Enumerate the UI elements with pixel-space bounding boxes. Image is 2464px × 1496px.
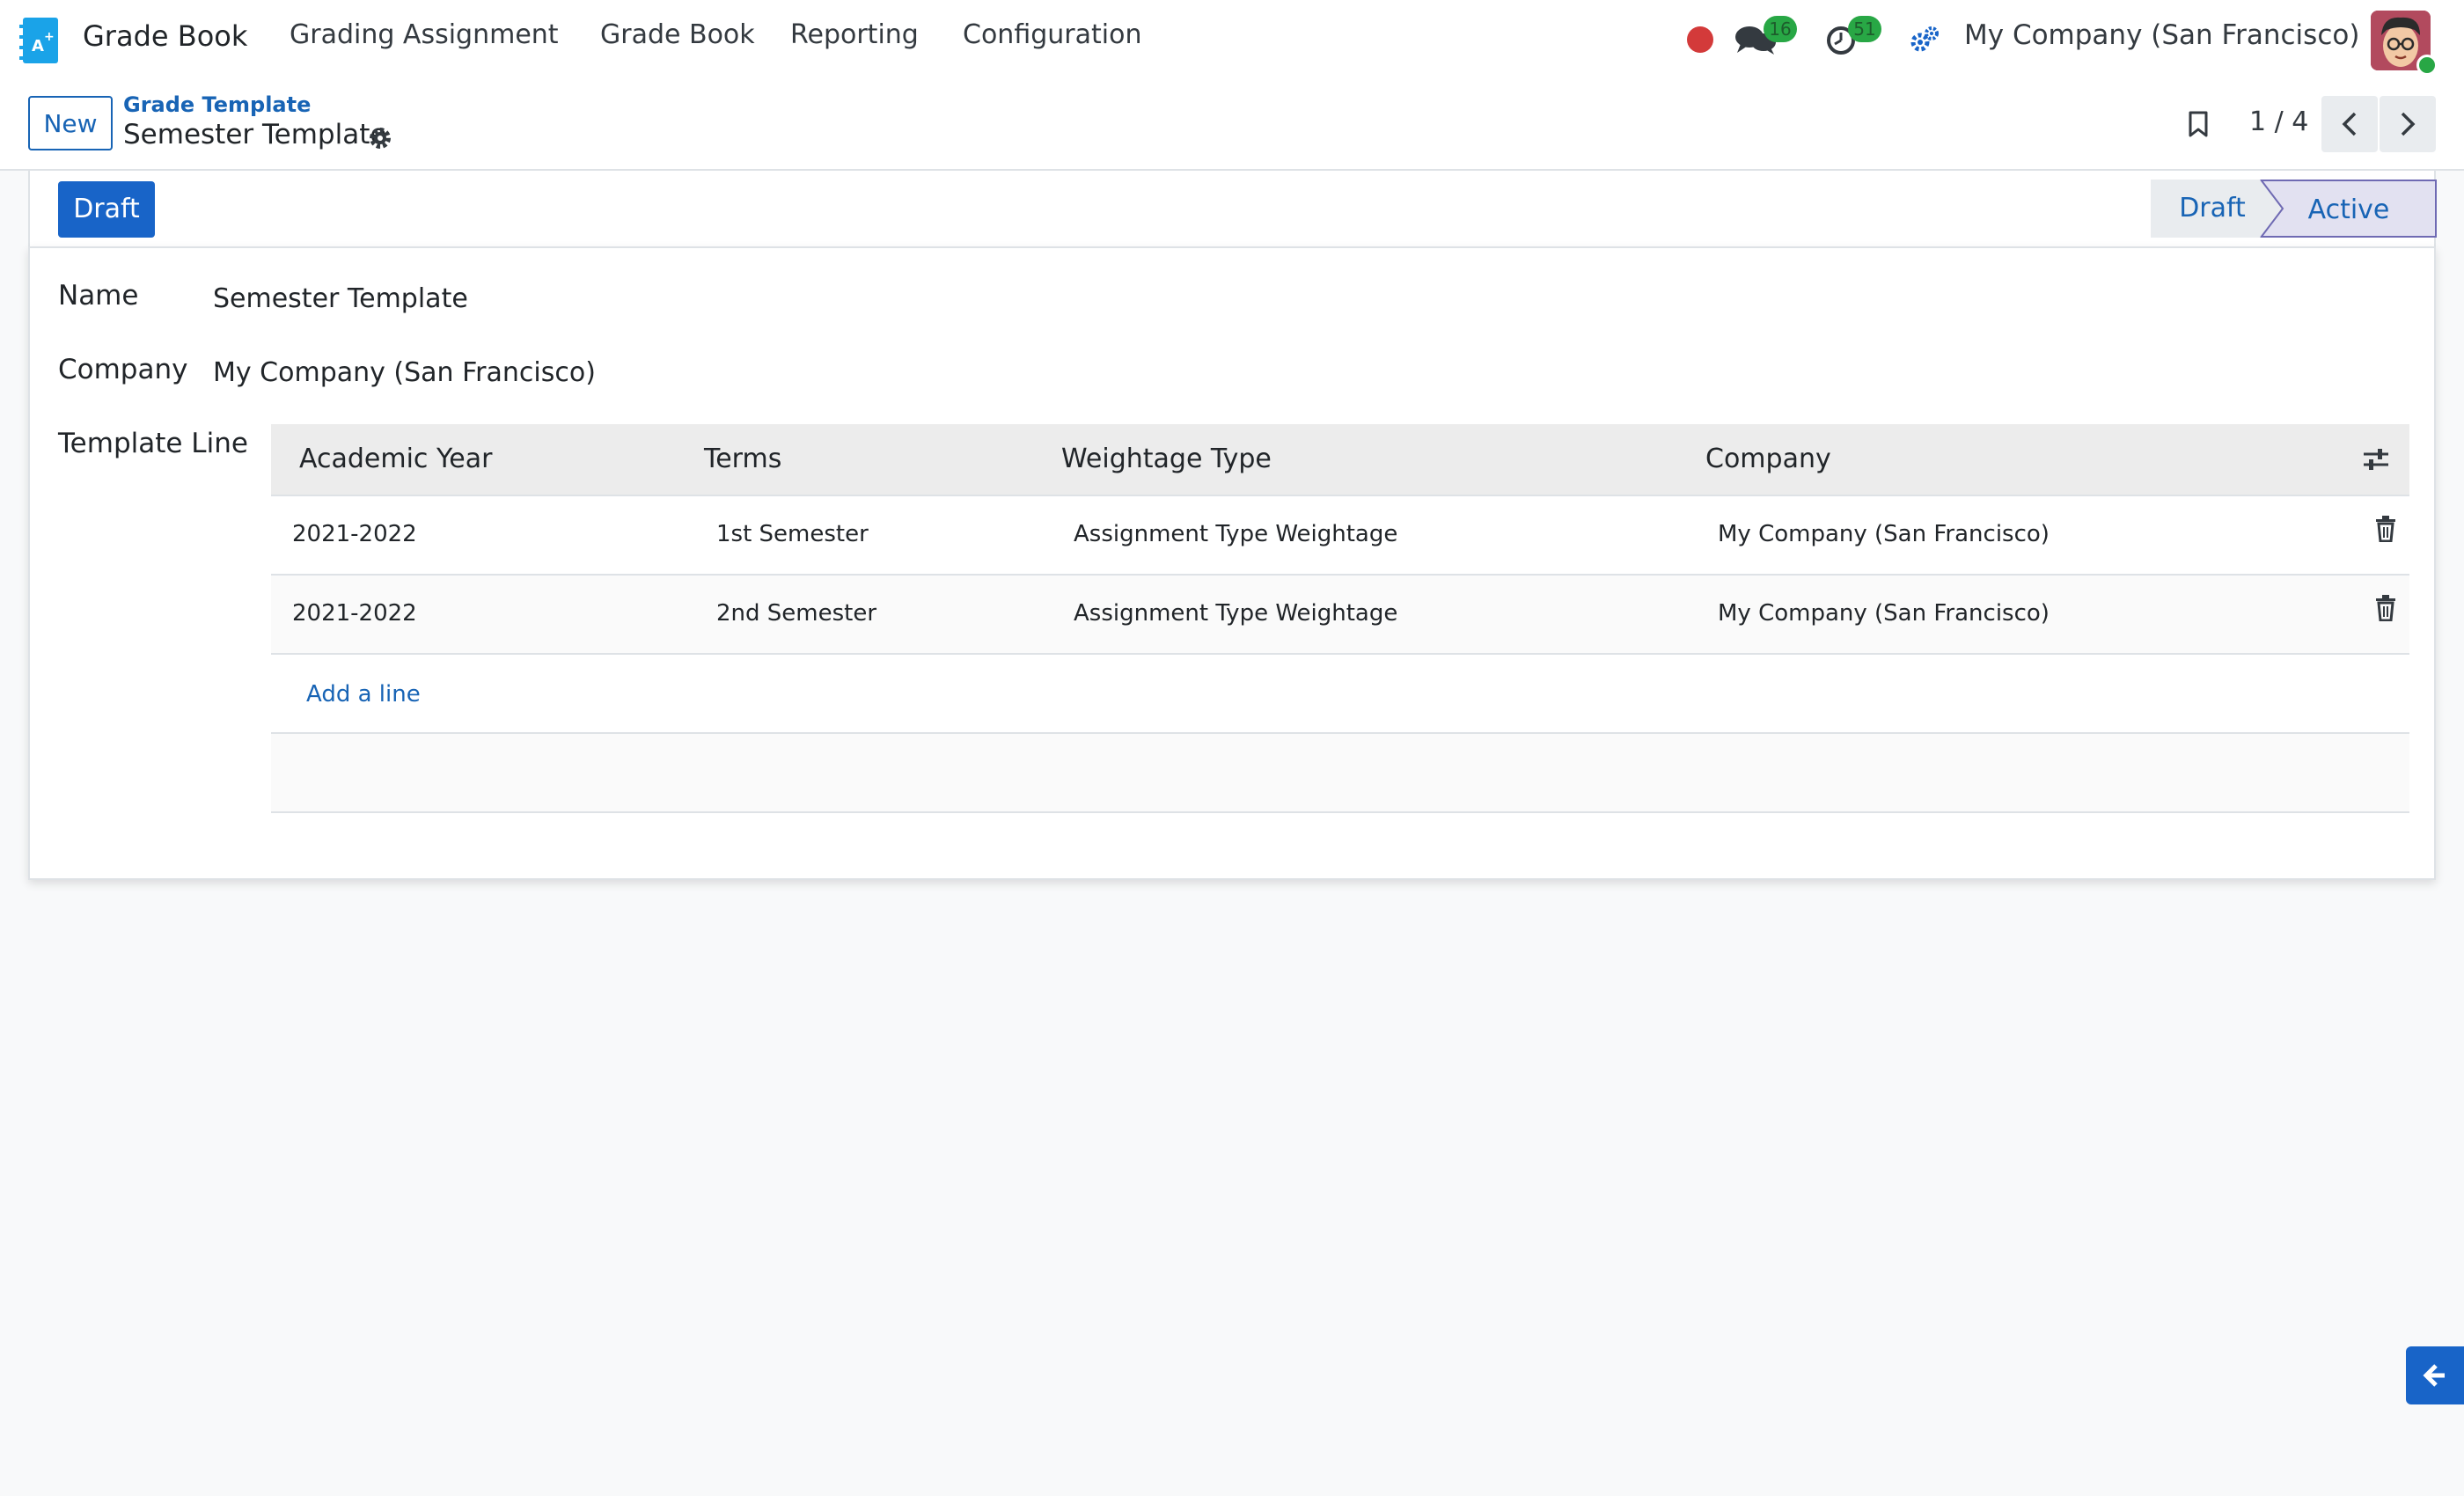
company-switch-gears-icon[interactable] xyxy=(1910,25,1940,55)
form-sheet: Name Semester Template Company My Compan… xyxy=(28,246,2436,880)
name-label: Name xyxy=(58,280,139,312)
add-line-row: Add a line xyxy=(271,655,2409,734)
cell-weightage-type[interactable]: Assignment Type Weightage xyxy=(1074,600,1397,627)
pager-value[interactable]: 1 / 4 xyxy=(2249,106,2308,137)
svg-text:+: + xyxy=(44,30,55,44)
app-name[interactable]: Grade Book xyxy=(83,19,247,53)
breadcrumb-grade-template[interactable]: Grade Template xyxy=(123,92,311,117)
bookmark-icon[interactable] xyxy=(2186,110,2211,138)
chevron-left-icon xyxy=(2342,112,2357,136)
new-button[interactable]: New xyxy=(28,96,113,150)
menu-reporting[interactable]: Reporting xyxy=(790,19,919,50)
pager-next-button[interactable] xyxy=(2380,96,2436,152)
pager-previous-button[interactable] xyxy=(2321,96,2378,152)
chatter-toggle-button[interactable] xyxy=(2406,1346,2464,1404)
menu-grade-book[interactable]: Grade Book xyxy=(600,19,755,50)
stage-arrow-icon xyxy=(2256,180,2284,238)
stage-active[interactable]: Active xyxy=(2261,180,2437,238)
set-draft-button[interactable]: Draft xyxy=(58,181,155,238)
status-bar: Draft Draft Active xyxy=(28,171,2437,246)
messages-badge: 16 xyxy=(1764,16,1797,42)
svg-text:A: A xyxy=(32,37,44,55)
control-panel: New Grade Template Semester Template 1 /… xyxy=(0,80,2464,171)
company-switcher[interactable]: My Company (San Francisco) xyxy=(1964,19,2359,51)
menu-grading-assignment[interactable]: Grading Assignment xyxy=(290,19,559,50)
top-navbar: A + Grade Book Grading Assignment Grade … xyxy=(0,0,2464,80)
cell-weightage-type[interactable]: Assignment Type Weightage xyxy=(1074,521,1397,547)
arrow-left-icon xyxy=(2423,1364,2445,1387)
column-academic-year[interactable]: Academic Year xyxy=(299,444,492,474)
trash-icon[interactable] xyxy=(2374,516,2397,542)
cell-academic-year[interactable]: 2021-2022 xyxy=(292,600,417,627)
gear-icon[interactable] xyxy=(368,126,392,150)
table-row[interactable]: 2021-2022 2nd Semester Assignment Type W… xyxy=(271,576,2409,655)
record-title: Semester Template xyxy=(123,119,387,150)
cell-company[interactable]: My Company (San Francisco) xyxy=(1718,521,2050,547)
recording-dot-icon[interactable] xyxy=(1687,26,1713,53)
chevron-right-icon xyxy=(2401,112,2416,136)
cell-company[interactable]: My Company (San Francisco) xyxy=(1718,600,2050,627)
name-field[interactable]: Semester Template xyxy=(213,283,468,314)
cell-terms[interactable]: 2nd Semester xyxy=(716,600,876,627)
column-weightage-type[interactable]: Weightage Type xyxy=(1061,444,1272,474)
company-label: Company xyxy=(58,354,188,385)
add-a-line-link[interactable]: Add a line xyxy=(306,681,421,708)
table-row[interactable]: 2021-2022 1st Semester Assignment Type W… xyxy=(271,496,2409,576)
table-header: Academic Year Terms Weightage Type Compa… xyxy=(271,424,2409,496)
activities-badge: 51 xyxy=(1848,16,1881,42)
empty-row xyxy=(271,734,2409,813)
menu-configuration[interactable]: Configuration xyxy=(963,19,1141,50)
column-company[interactable]: Company xyxy=(1705,444,1831,474)
online-status-dot xyxy=(2416,55,2438,76)
grade-book-app-icon[interactable]: A + xyxy=(19,16,60,65)
optional-columns-sliders-icon[interactable] xyxy=(2362,444,2390,475)
company-field[interactable]: My Company (San Francisco) xyxy=(213,357,596,388)
cell-terms[interactable]: 1st Semester xyxy=(716,521,869,547)
template-line-label: Template Line xyxy=(58,428,248,459)
column-terms[interactable]: Terms xyxy=(704,444,781,474)
cell-academic-year[interactable]: 2021-2022 xyxy=(292,521,417,547)
stage-draft[interactable]: Draft xyxy=(2151,180,2274,238)
trash-icon[interactable] xyxy=(2374,595,2397,621)
